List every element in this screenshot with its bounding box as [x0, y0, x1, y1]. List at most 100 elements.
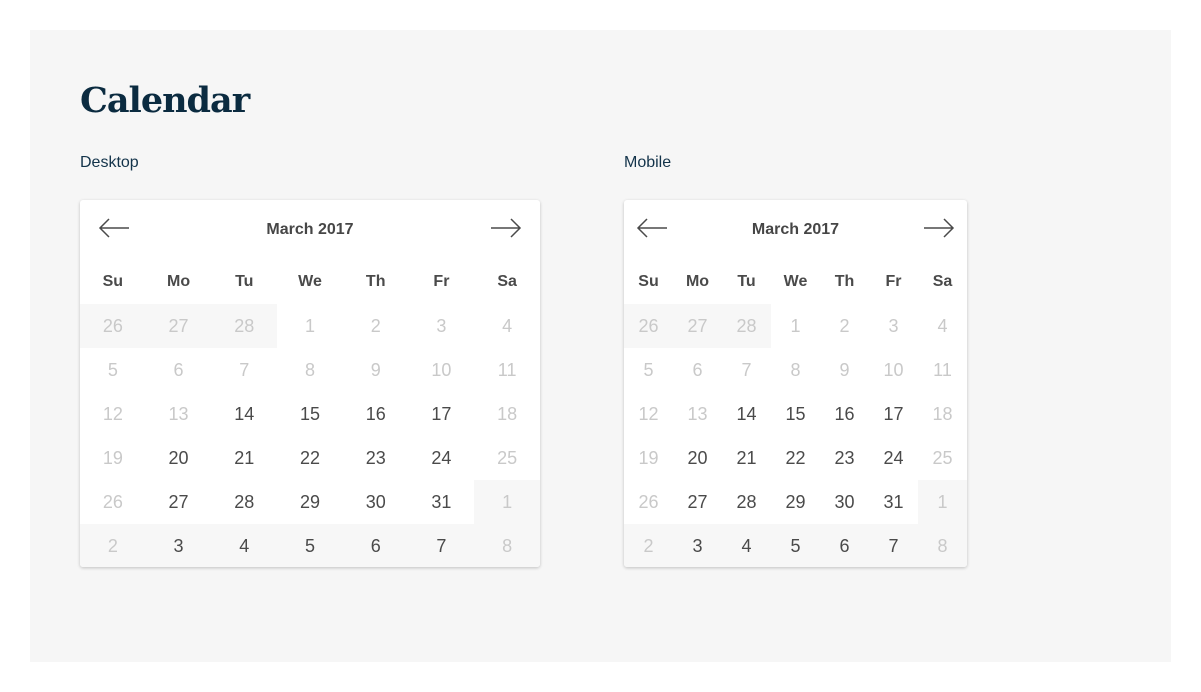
- day-cell[interactable]: 3: [673, 524, 722, 567]
- day-cell[interactable]: 3: [869, 304, 918, 348]
- day-cell[interactable]: 8: [771, 348, 820, 392]
- day-cell[interactable]: 20: [146, 436, 212, 480]
- day-cell[interactable]: 1: [918, 480, 967, 524]
- day-cell[interactable]: 18: [474, 392, 540, 436]
- day-cell[interactable]: 17: [869, 392, 918, 436]
- day-cell[interactable]: 7: [408, 524, 475, 567]
- day-cell[interactable]: 5: [624, 348, 673, 392]
- day-cell[interactable]: 15: [277, 392, 343, 436]
- day-cell[interactable]: 21: [722, 436, 771, 480]
- day-cell[interactable]: 2: [624, 524, 673, 567]
- day-cell[interactable]: 31: [409, 480, 475, 524]
- day-cell[interactable]: 18: [918, 392, 967, 436]
- day-cell[interactable]: 26: [624, 304, 673, 348]
- day-cell[interactable]: 19: [624, 436, 673, 480]
- day-cell[interactable]: 29: [771, 480, 820, 524]
- day-cell[interactable]: 26: [624, 480, 673, 524]
- day-cell[interactable]: 25: [918, 436, 967, 480]
- day-cell[interactable]: 5: [771, 524, 820, 567]
- day-cell[interactable]: 13: [146, 392, 212, 436]
- day-cell[interactable]: 13: [673, 392, 722, 436]
- day-cell[interactable]: 14: [722, 392, 771, 436]
- day-cell[interactable]: 6: [820, 524, 869, 567]
- desktop-calendar: March 2017 Su Mo Tu We Th Fr Sa 26 27 28 1 2…: [80, 200, 540, 567]
- day-cell[interactable]: 28: [211, 304, 278, 348]
- day-cell[interactable]: 6: [342, 524, 409, 567]
- day-cell[interactable]: 21: [211, 436, 277, 480]
- day-cell[interactable]: 23: [820, 436, 869, 480]
- weekday-row: Su Mo Tu We Th Fr Sa: [80, 260, 540, 304]
- next-month-button[interactable]: [488, 214, 524, 246]
- day-cell[interactable]: 27: [673, 304, 722, 348]
- day-cell[interactable]: 22: [771, 436, 820, 480]
- day-cell[interactable]: 3: [145, 524, 212, 567]
- month-title: March 2017: [266, 221, 354, 238]
- day-cell[interactable]: 26: [80, 480, 146, 524]
- day-cell[interactable]: 16: [820, 392, 869, 436]
- day-cell[interactable]: 15: [771, 392, 820, 436]
- weekday-label: Fr: [433, 273, 450, 290]
- day-cell[interactable]: 16: [343, 392, 409, 436]
- day-cell[interactable]: 28: [722, 304, 771, 348]
- weekday-label: Th: [834, 273, 855, 290]
- day-cell[interactable]: 31: [869, 480, 918, 524]
- day-cell[interactable]: 30: [820, 480, 869, 524]
- mobile-calendar: March 2017 Su Mo Tu We Th Fr Sa 26 27 28 1 2…: [624, 200, 967, 567]
- day-cell[interactable]: 27: [146, 480, 212, 524]
- next-month-button[interactable]: [921, 214, 957, 246]
- day-cell[interactable]: 24: [409, 436, 475, 480]
- weekday-label: Su: [638, 273, 659, 290]
- day-cell[interactable]: 14: [211, 392, 277, 436]
- day-cell[interactable]: 4: [918, 304, 967, 348]
- day-cell[interactable]: 26: [80, 304, 146, 348]
- day-cell[interactable]: 8: [918, 524, 967, 567]
- day-cell[interactable]: 1: [277, 304, 343, 348]
- day-cell[interactable]: 4: [474, 304, 540, 348]
- day-cell[interactable]: 25: [474, 436, 540, 480]
- arrow-right-icon: [490, 217, 522, 243]
- day-cell[interactable]: 10: [869, 348, 918, 392]
- day-cell[interactable]: 11: [474, 348, 540, 392]
- calendar-header: March 2017: [624, 200, 967, 260]
- day-cell[interactable]: 19: [80, 436, 146, 480]
- day-cell[interactable]: 2: [80, 524, 146, 567]
- day-cell[interactable]: 7: [211, 348, 277, 392]
- weekday-label: We: [783, 273, 808, 290]
- day-cell[interactable]: 27: [145, 304, 212, 348]
- day-cell[interactable]: 5: [80, 348, 146, 392]
- day-cell[interactable]: 7: [869, 524, 918, 567]
- day-cell[interactable]: 12: [80, 392, 146, 436]
- day-cell[interactable]: 30: [343, 480, 409, 524]
- day-cell[interactable]: 6: [673, 348, 722, 392]
- day-cell[interactable]: 10: [409, 348, 475, 392]
- day-cell[interactable]: 24: [869, 436, 918, 480]
- day-cell[interactable]: 1: [474, 480, 540, 524]
- day-cell[interactable]: 7: [722, 348, 771, 392]
- day-cell[interactable]: 4: [211, 524, 278, 567]
- day-cell[interactable]: 8: [474, 524, 540, 567]
- day-cell[interactable]: 28: [722, 480, 771, 524]
- day-cell[interactable]: 12: [624, 392, 673, 436]
- day-cell[interactable]: 5: [277, 524, 343, 567]
- day-cell[interactable]: 3: [409, 304, 475, 348]
- canvas: Calendar Desktop Mobile March 2017 Su Mo…: [30, 30, 1171, 662]
- day-cell[interactable]: 17: [409, 392, 475, 436]
- day-grid: 26 27 28 1 2 3 4 5 6 7 8 9 10 11 12 13 14 15 16 17 18 19 20 21 2…: [80, 304, 540, 567]
- day-cell[interactable]: 8: [277, 348, 343, 392]
- day-cell[interactable]: 2: [343, 304, 409, 348]
- day-cell[interactable]: 2: [820, 304, 869, 348]
- day-cell[interactable]: 20: [673, 436, 722, 480]
- weekday-label: Tu: [737, 273, 756, 290]
- day-cell[interactable]: 23: [343, 436, 409, 480]
- day-cell[interactable]: 6: [146, 348, 212, 392]
- day-cell[interactable]: 9: [343, 348, 409, 392]
- day-cell[interactable]: 4: [722, 524, 771, 567]
- day-cell[interactable]: 29: [277, 480, 343, 524]
- weekday-row: Su Mo Tu We Th Fr Sa: [624, 260, 967, 304]
- day-cell[interactable]: 22: [277, 436, 343, 480]
- day-cell[interactable]: 1: [771, 304, 820, 348]
- day-cell[interactable]: 28: [211, 480, 277, 524]
- day-cell[interactable]: 11: [918, 348, 967, 392]
- day-cell[interactable]: 27: [673, 480, 722, 524]
- day-cell[interactable]: 9: [820, 348, 869, 392]
